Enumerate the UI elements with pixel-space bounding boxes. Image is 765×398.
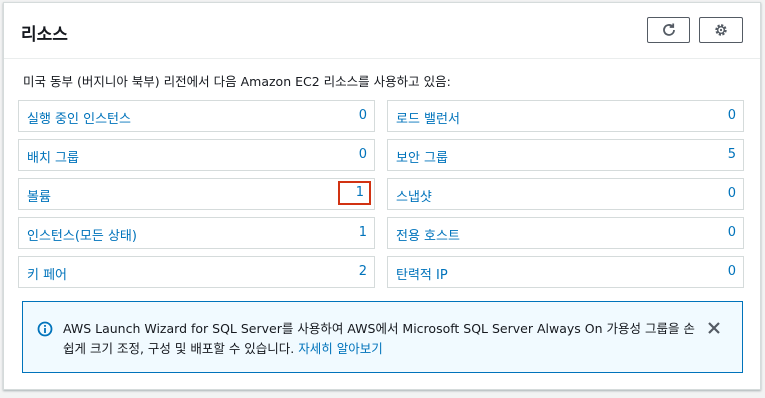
resources-description: 미국 동부 (버지니아 북부) 리전에서 다음 Amazon EC2 리소스를 … bbox=[23, 74, 451, 89]
resource-label[interactable]: 로드 밸런서 bbox=[396, 108, 460, 127]
resources-panel: 리소스 미국 동부 (버지니아 북부) 리전에서 다음 Amazon EC2 리… bbox=[3, 2, 761, 390]
resource-count[interactable]: 0 bbox=[359, 147, 367, 162]
resource-label[interactable]: 탄력적 IP bbox=[396, 264, 448, 283]
resource-count-highlighted[interactable]: 1 bbox=[338, 181, 371, 205]
resource-instances-all-states[interactable]: 인스턴스(모든 상태) 1 bbox=[18, 217, 375, 249]
resource-load-balancers[interactable]: 로드 밸런서 0 bbox=[387, 100, 744, 132]
resource-count[interactable]: 0 bbox=[359, 108, 367, 123]
refresh-button[interactable] bbox=[647, 17, 690, 43]
settings-button[interactable] bbox=[699, 17, 743, 43]
resource-label[interactable]: 배치 그룹 bbox=[27, 147, 79, 166]
resource-snapshots[interactable]: 스냅샷 0 bbox=[387, 178, 744, 210]
resource-running-instances[interactable]: 실행 중인 인스턴스 0 bbox=[18, 100, 375, 132]
resource-count[interactable]: 1 bbox=[359, 225, 367, 240]
refresh-icon bbox=[662, 23, 675, 36]
resource-label[interactable]: 인스턴스(모든 상태) bbox=[27, 225, 137, 244]
resource-count[interactable]: 5 bbox=[728, 147, 736, 162]
resource-count[interactable]: 0 bbox=[728, 264, 736, 279]
resource-count[interactable]: 2 bbox=[359, 264, 367, 279]
resource-key-pairs[interactable]: 키 페어 2 bbox=[18, 256, 375, 288]
learn-more-link[interactable]: 자세히 알아보기 bbox=[298, 341, 382, 356]
resource-label[interactable]: 키 페어 bbox=[27, 264, 67, 283]
resource-count[interactable]: 0 bbox=[728, 108, 736, 123]
resource-security-groups[interactable]: 보안 그룹 5 bbox=[387, 139, 744, 171]
resource-label[interactable]: 보안 그룹 bbox=[396, 147, 448, 166]
info-icon bbox=[37, 321, 53, 337]
resource-elastic-ips[interactable]: 탄력적 IP 0 bbox=[387, 256, 744, 288]
resource-count[interactable]: 0 bbox=[728, 186, 736, 201]
resource-label[interactable]: 전용 호스트 bbox=[396, 225, 460, 244]
panel-header: 리소스 bbox=[4, 3, 760, 59]
close-icon[interactable] bbox=[707, 321, 721, 335]
info-banner: AWS Launch Wizard for SQL Server를 사용하여 A… bbox=[22, 301, 743, 373]
resource-label[interactable]: 볼륨 bbox=[27, 186, 51, 205]
resource-label[interactable]: 실행 중인 인스턴스 bbox=[27, 108, 131, 127]
panel-title: 리소스 bbox=[21, 25, 68, 45]
info-banner-text: AWS Launch Wizard for SQL Server를 사용하여 A… bbox=[63, 319, 703, 359]
gear-icon bbox=[715, 24, 727, 36]
resource-count[interactable]: 0 bbox=[728, 225, 736, 240]
resource-volumes[interactable]: 볼륨 1 bbox=[18, 178, 375, 210]
resource-dedicated-hosts[interactable]: 전용 호스트 0 bbox=[387, 217, 744, 249]
resource-label[interactable]: 스냅샷 bbox=[396, 186, 432, 205]
resource-placement-groups[interactable]: 배치 그룹 0 bbox=[18, 139, 375, 171]
